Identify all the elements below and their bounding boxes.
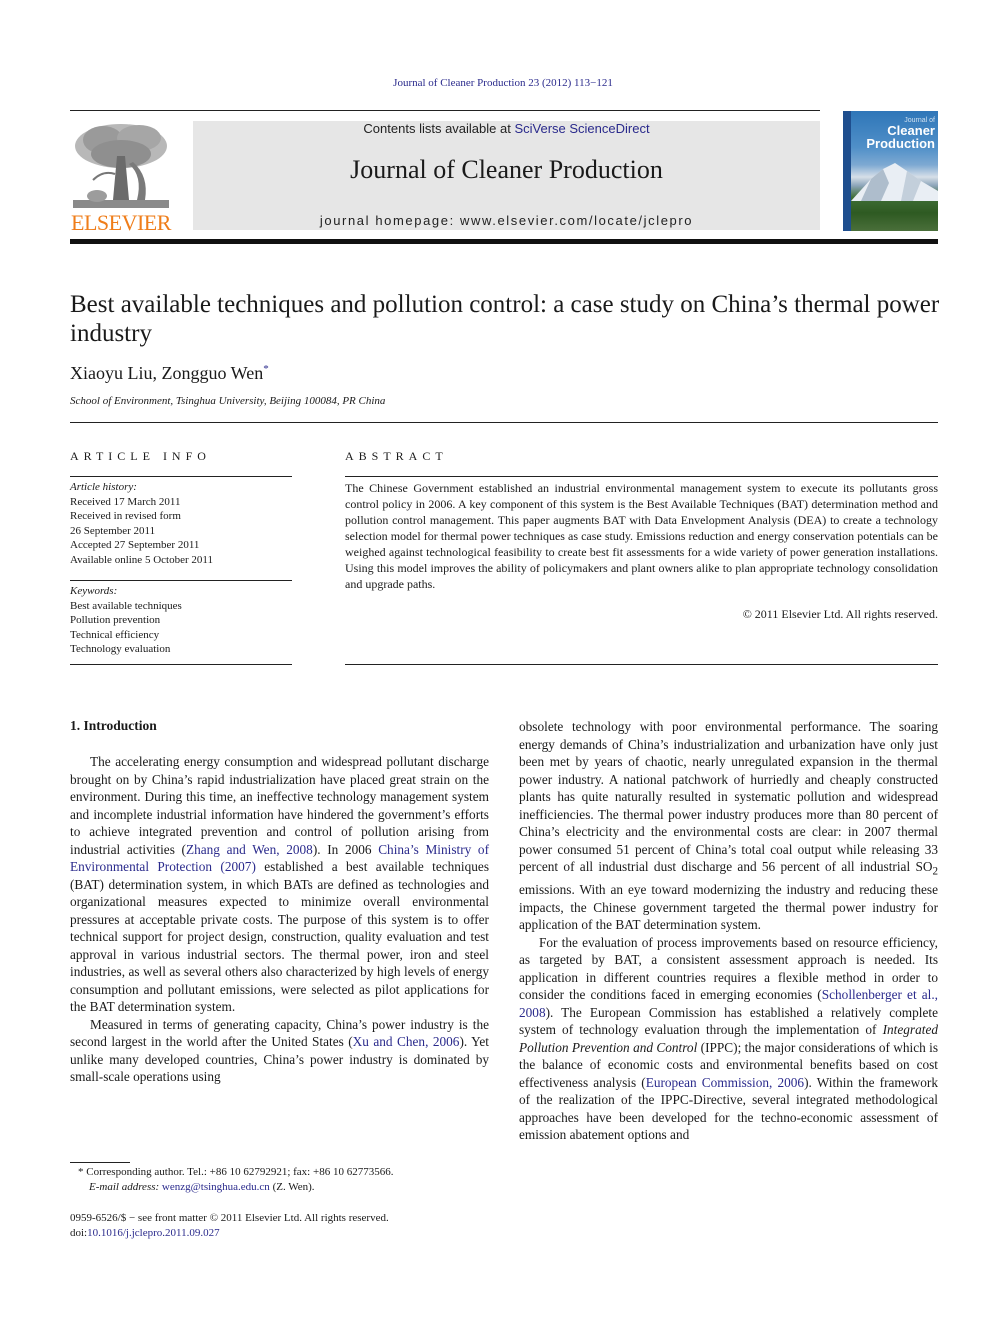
- divider: [345, 664, 938, 665]
- body-right-column: obsolete technology with poor environmen…: [519, 718, 938, 1144]
- divider: [70, 664, 292, 665]
- history-item: Received in revised form: [70, 510, 181, 522]
- authors: Xiaoyu Liu, Zongguo Wen*: [70, 363, 269, 384]
- subscript: 2: [932, 865, 938, 878]
- divider: [70, 476, 292, 477]
- doi-line: doi:10.1016/j.jclepro.2011.09.027: [70, 1226, 490, 1241]
- divider: [70, 422, 938, 423]
- email-note: E-mail address: wenzg@tsinghua.edu.cn (Z…: [78, 1180, 498, 1195]
- cover-title: Cleaner Production: [853, 124, 935, 150]
- mountain-icon: [851, 163, 938, 201]
- elsevier-logo[interactable]: ELSEVIER: [70, 120, 172, 235]
- article-history-heading: Article history:: [70, 481, 137, 493]
- article-history: Article history: Received 17 March 2011 …: [70, 480, 292, 567]
- text: (Z. Wen).: [269, 1181, 315, 1193]
- footnote: * Corresponding author. Tel.: +86 10 627…: [78, 1165, 498, 1195]
- section-heading-introduction: 1. Introduction: [70, 718, 157, 733]
- contents-line: Contents lists available at SciVerse Sci…: [193, 121, 820, 136]
- author-names: Xiaoyu Liu, Zongguo Wen: [70, 363, 264, 383]
- paragraph: The accelerating energy consumption and …: [70, 753, 489, 1016]
- history-item: Accepted 27 September 2011: [70, 539, 200, 551]
- keywords-heading: Keywords:: [70, 585, 118, 597]
- email-label: E-mail address:: [89, 1181, 162, 1193]
- issn-line: 0959-6526/$ − see front matter © 2011 El…: [70, 1212, 389, 1224]
- abstract-label: ABSTRACT: [345, 449, 448, 463]
- journal-cover-image[interactable]: Journal of Cleaner Production: [843, 111, 938, 231]
- abstract-copyright: © 2011 Elsevier Ltd. All rights reserved…: [742, 607, 938, 621]
- text: ). In 2006: [312, 841, 379, 857]
- text: established a best available techniques …: [70, 859, 489, 1014]
- keyword-item: Technical efficiency: [70, 628, 160, 641]
- divider: [70, 580, 292, 581]
- front-matter: 0959-6526/$ − see front matter © 2011 El…: [70, 1211, 490, 1241]
- elsevier-wordmark: ELSEVIER: [71, 210, 171, 235]
- journal-reference[interactable]: Journal of Cleaner Production 23 (2012) …: [0, 77, 992, 89]
- masthead-box: Contents lists available at SciVerse Sci…: [193, 121, 820, 230]
- abstract-text: The Chinese Government established an in…: [345, 481, 938, 591]
- divider: [345, 476, 938, 477]
- paragraph: obsolete technology with poor environmen…: [519, 718, 938, 934]
- text: Corresponding author. Tel.: +86 10 62792…: [83, 1166, 394, 1178]
- footnote-rule: [70, 1162, 130, 1163]
- doi-prefix: doi:: [70, 1227, 88, 1239]
- doi-link[interactable]: 10.1016/j.jclepro.2011.09.027: [87, 1227, 220, 1239]
- paragraph: Measured in terms of generating capacity…: [70, 1016, 489, 1086]
- keyword-item: Best available techniques: [70, 599, 182, 612]
- history-item: Available online 5 October 2011: [70, 553, 213, 566]
- citation-link[interactable]: Xu and Chen, 2006: [353, 1034, 460, 1049]
- journal-homepage[interactable]: journal homepage: www.elsevier.com/locat…: [193, 213, 820, 228]
- affiliation: School of Environment, Tsinghua Universi…: [70, 395, 386, 407]
- keyword-item: Technology evaluation: [70, 643, 171, 655]
- citation-link[interactable]: Zhang and Wen, 2008: [186, 842, 313, 857]
- cover-title-line2: Production: [866, 136, 935, 151]
- cover-spine: [843, 111, 851, 231]
- keywords: Keywords: Best available techniques Poll…: [70, 584, 292, 657]
- paragraph: For the evaluation of process improvemen…: [519, 934, 938, 1144]
- text: ). The European Commission has establish…: [519, 1004, 938, 1038]
- corresponding-author-note: * Corresponding author. Tel.: +86 10 627…: [78, 1165, 498, 1180]
- keyword-item: Pollution prevention: [70, 614, 161, 626]
- masthead-top-rule: [70, 110, 820, 111]
- body-left-column: The accelerating energy consumption and …: [70, 753, 489, 1086]
- masthead-bottom-rule: [70, 239, 938, 244]
- citation-link[interactable]: European Commission, 2006: [646, 1075, 804, 1090]
- elsevier-tree-icon: [73, 120, 169, 208]
- email-link[interactable]: wenzg@tsinghua.edu.cn: [162, 1181, 270, 1193]
- corresponding-author-mark[interactable]: *: [263, 363, 269, 375]
- text: emissions. With an eye toward modernizin…: [519, 882, 938, 933]
- sciencedirect-link[interactable]: SciVerse ScienceDirect: [514, 121, 649, 136]
- history-item: 26 September 2011: [70, 524, 156, 537]
- history-item: Received 17 March 2011: [70, 495, 181, 508]
- text: obsolete technology with poor environmen…: [519, 719, 938, 874]
- article-info-label: ARTICLE INFO: [70, 449, 211, 463]
- contents-prefix: Contents lists available at: [363, 121, 515, 136]
- journal-name: Journal of Cleaner Production: [350, 155, 663, 184]
- article-title: Best available techniques and pollution …: [70, 291, 940, 347]
